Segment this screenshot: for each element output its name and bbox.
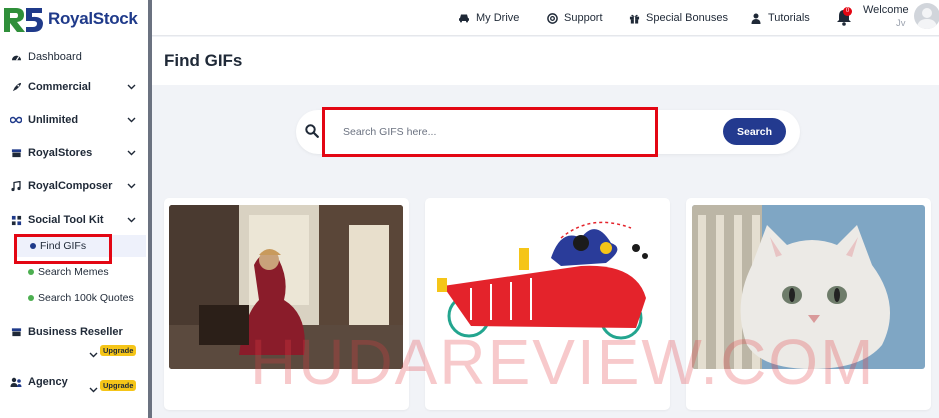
avatar[interactable] xyxy=(914,3,939,29)
sidebar-item-label: RoyalStores xyxy=(28,147,93,159)
sidebar-subitem-label: Search Memes xyxy=(38,266,109,278)
sidebar: RoyalStock Dashboard Commercial Unlimite… xyxy=(0,0,150,418)
bullet-icon xyxy=(28,295,34,301)
sidebar-item-business-reseller[interactable]: Business Reseller xyxy=(0,319,146,345)
gauge-icon xyxy=(10,51,22,63)
nav-my-drive[interactable]: My Drive xyxy=(458,10,519,26)
sidebar-item-label: Business Reseller xyxy=(28,326,123,338)
sidebar-subitem-label: Search 100k Quotes xyxy=(38,292,134,304)
search-icon xyxy=(305,124,319,138)
sidebar-item-label: Unlimited xyxy=(28,114,79,126)
nav-support[interactable]: Support xyxy=(546,10,603,26)
nav-tutorials[interactable]: Tutorials xyxy=(750,10,810,26)
gif-image-cat-tower[interactable] xyxy=(692,205,925,369)
sidebar-item-label: Social Tool Kit xyxy=(28,214,104,226)
sidebar-item-label: Commercial xyxy=(28,81,91,93)
nav-label: My Drive xyxy=(476,12,520,24)
sidebar-subitem-search-memes[interactable]: Search Memes xyxy=(14,261,146,283)
nav-label: Support xyxy=(564,12,603,24)
chevron-down-icon xyxy=(126,183,136,189)
rocket-icon xyxy=(10,81,22,93)
lifebuoy-icon xyxy=(546,12,558,24)
sidebar-subitem-find-gifs[interactable]: Find GIFs xyxy=(14,235,146,257)
gif-card[interactable] xyxy=(686,198,931,410)
sidebar-subitem-label: Find GIFs xyxy=(40,240,87,252)
page-title: Find GIFs xyxy=(164,51,243,70)
store-icon xyxy=(10,147,22,159)
sidebar-item-dashboard[interactable]: Dashboard xyxy=(0,44,146,70)
sidebar-subitem-search-quotes[interactable]: Search 100k Quotes xyxy=(14,287,146,309)
sidebar-item-label: Dashboard xyxy=(28,51,82,63)
gif-image-woman-red-dress[interactable] xyxy=(169,205,403,369)
welcome-text: Welcome xyxy=(863,4,909,16)
music-icon xyxy=(10,180,22,192)
topbar: My Drive Support Special Bonuses Tutoria… xyxy=(152,0,939,36)
infinity-icon xyxy=(10,114,22,126)
chevron-down-icon[interactable] xyxy=(89,345,98,363)
search-button[interactable]: Search xyxy=(723,118,786,145)
brand-name: RoyalStock xyxy=(48,9,138,28)
user-icon xyxy=(750,12,762,24)
upgrade-badge[interactable]: Upgrade xyxy=(100,380,137,391)
nav-label: Tutorials xyxy=(768,12,810,24)
chevron-up-icon xyxy=(126,217,136,223)
users-icon xyxy=(10,376,22,388)
chevron-down-icon xyxy=(126,150,136,156)
chevron-down-icon[interactable] xyxy=(89,380,98,398)
nav-label: Special Bonuses xyxy=(646,12,728,24)
share-icon xyxy=(10,214,22,226)
gift-icon xyxy=(628,12,640,24)
sidebar-item-royalstores[interactable]: RoyalStores xyxy=(0,140,146,166)
gif-card[interactable] xyxy=(425,198,670,410)
page-header: Find GIFs xyxy=(152,37,939,85)
sidebar-item-royalcomposer[interactable]: RoyalComposer xyxy=(0,173,146,199)
sidebar-item-social-tool-kit[interactable]: Social Tool Kit xyxy=(0,207,146,233)
bullet-icon xyxy=(30,243,36,249)
gif-image-vintage-car[interactable] xyxy=(431,208,664,368)
chevron-down-icon xyxy=(126,84,136,90)
car-icon xyxy=(458,12,470,24)
bullet-icon xyxy=(28,269,34,275)
brand-logo[interactable]: RoyalStock xyxy=(2,3,138,35)
sidebar-item-commercial[interactable]: Commercial xyxy=(0,74,146,100)
sidebar-item-unlimited[interactable]: Unlimited xyxy=(0,107,146,133)
search-input[interactable] xyxy=(325,110,655,154)
nav-special-bonuses[interactable]: Special Bonuses xyxy=(628,10,728,26)
sidebar-item-label: RoyalComposer xyxy=(28,180,113,192)
chevron-down-icon xyxy=(126,117,136,123)
notification-badge: 0 xyxy=(843,7,852,16)
username: Jv xyxy=(896,18,906,29)
royalstock-logo-icon xyxy=(2,4,46,34)
box-icon xyxy=(10,326,22,338)
gif-card[interactable] xyxy=(164,198,409,410)
upgrade-badge[interactable]: Upgrade xyxy=(100,345,137,356)
